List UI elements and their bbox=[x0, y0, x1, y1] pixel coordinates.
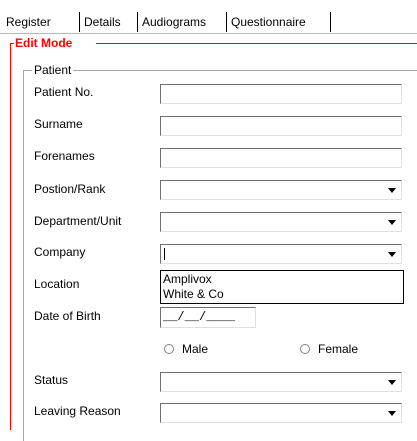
edit-frame-left bbox=[10, 43, 11, 430]
female-label: Female bbox=[318, 342, 359, 356]
patient-group-label: Patient bbox=[32, 62, 74, 78]
text-caret bbox=[164, 248, 165, 260]
surname-input[interactable] bbox=[160, 116, 402, 136]
company-label: Company bbox=[34, 245, 86, 259]
company-option[interactable]: White & Co bbox=[163, 287, 401, 302]
edit-mode-label: Edit Mode bbox=[14, 35, 74, 51]
radio-circle-icon bbox=[164, 344, 174, 354]
chevron-down-icon bbox=[388, 251, 396, 257]
surname-label: Surname bbox=[34, 117, 83, 131]
department-unit-label: Department/Unit bbox=[34, 214, 122, 228]
edit-frame-top-right bbox=[96, 43, 417, 44]
forenames-input[interactable] bbox=[160, 148, 402, 168]
position-rank-dropdown-button[interactable] bbox=[384, 182, 400, 198]
department-unit-dropdown-button[interactable] bbox=[384, 214, 400, 230]
location-label: Location bbox=[34, 277, 80, 291]
date-of-birth-label: Date of Birth bbox=[34, 309, 101, 323]
leaving-reason-select[interactable] bbox=[160, 403, 402, 423]
chevron-down-icon bbox=[388, 219, 396, 225]
chevron-down-icon bbox=[388, 410, 396, 416]
patient-no-label: Patient No. bbox=[34, 85, 94, 99]
leaving-reason-label: Leaving Reason bbox=[34, 404, 121, 418]
tab-separator bbox=[330, 12, 331, 32]
company-dropdown-button[interactable] bbox=[384, 246, 400, 262]
date-of-birth-input[interactable]: __/__/____ bbox=[160, 307, 256, 328]
status-label: Status bbox=[34, 373, 69, 387]
tab-questionnaire[interactable]: Questionnaire bbox=[226, 12, 306, 32]
status-select[interactable] bbox=[160, 372, 402, 392]
male-radio[interactable]: Male bbox=[164, 341, 208, 357]
status-dropdown-button[interactable] bbox=[384, 374, 400, 390]
male-label: Male bbox=[182, 342, 209, 356]
company-option[interactable]: Amplivox bbox=[163, 272, 401, 287]
tab-underline bbox=[0, 33, 417, 34]
forenames-label: Forenames bbox=[34, 149, 95, 163]
chevron-down-icon bbox=[388, 187, 396, 193]
company-select[interactable] bbox=[160, 244, 402, 264]
patient-no-input[interactable] bbox=[160, 84, 402, 104]
department-unit-select[interactable] bbox=[160, 212, 402, 232]
female-radio[interactable]: Female bbox=[300, 341, 358, 357]
tab-register[interactable]: Register bbox=[6, 12, 51, 32]
tab-bar: Register Details Audiograms Questionnair… bbox=[0, 0, 417, 34]
tab-details[interactable]: Details bbox=[79, 12, 121, 32]
chevron-down-icon bbox=[388, 379, 396, 385]
position-rank-select[interactable] bbox=[160, 180, 402, 200]
company-dropdown-list: Amplivox White & Co bbox=[160, 270, 404, 304]
position-rank-label: Postion/Rank bbox=[34, 182, 106, 196]
radio-circle-icon bbox=[300, 344, 310, 354]
leaving-reason-dropdown-button[interactable] bbox=[384, 405, 400, 421]
tab-audiograms[interactable]: Audiograms bbox=[137, 12, 206, 32]
